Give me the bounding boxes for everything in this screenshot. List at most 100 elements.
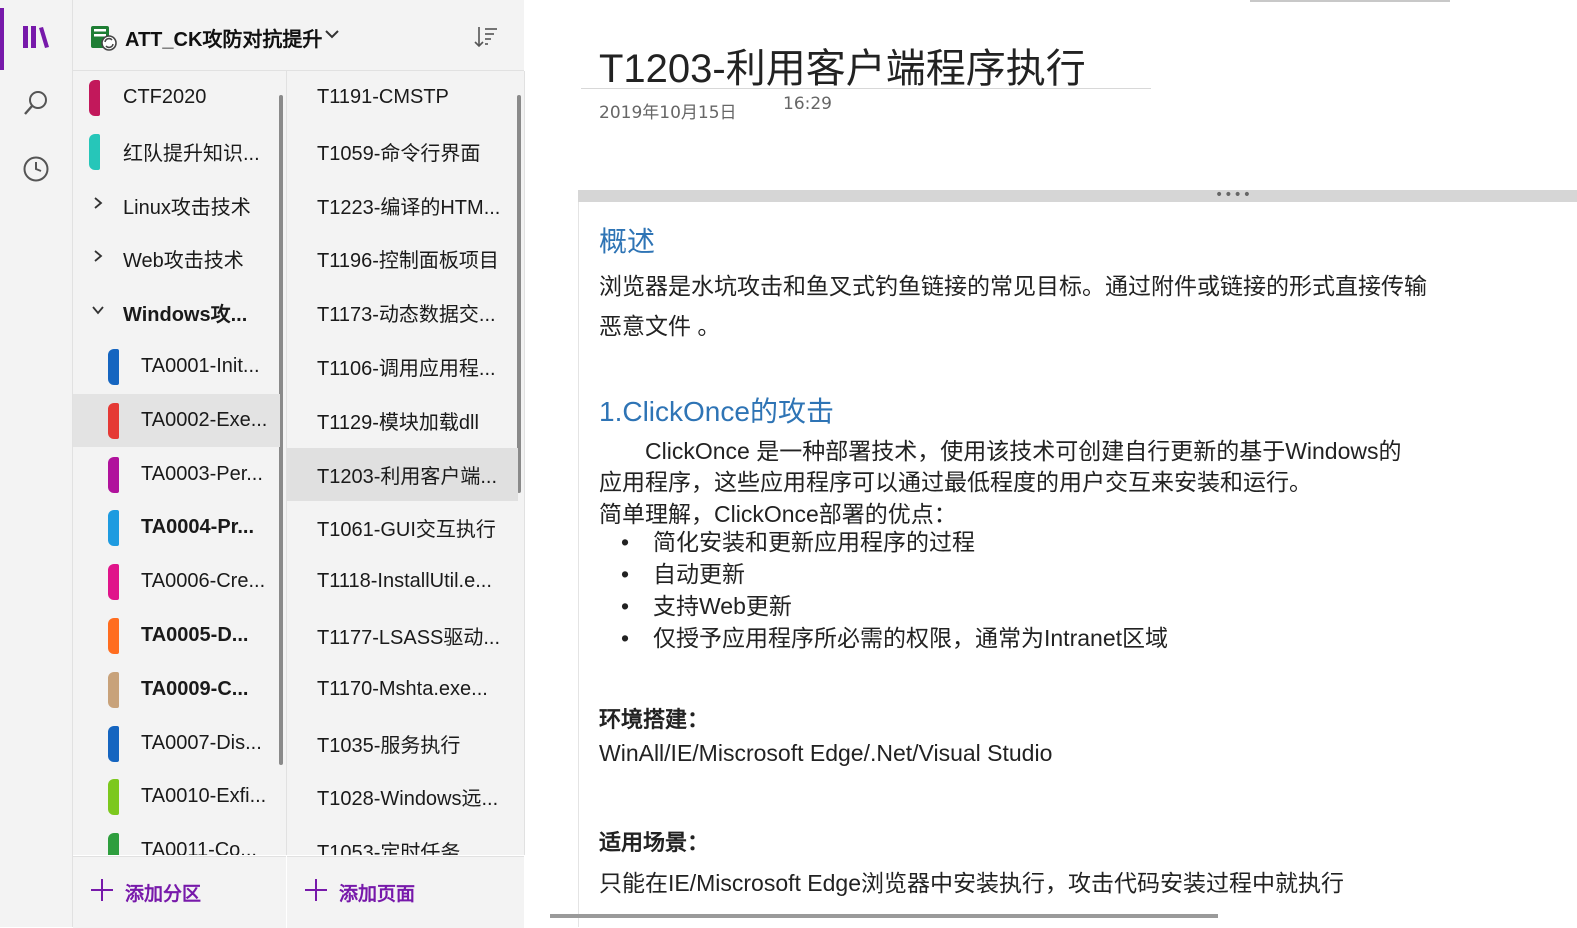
section-label: TA0005-D... [141,624,249,646]
page-date: 2019年10月15日 [599,103,737,123]
page-item[interactable]: T1170-Mshta.exe... [287,663,518,716]
page-item[interactable]: T1059-命令行界面 [287,125,518,178]
section-item[interactable]: TA0006-Cre... [73,555,280,608]
chevron-down-icon[interactable] [324,28,340,40]
section-color-tab [108,564,119,600]
section-color-tab [108,349,119,385]
page-title[interactable]: T1203-利用客户端程序执行 [599,36,1086,94]
section-color-tab [108,618,119,654]
notebook-sync-icon [91,26,117,51]
nav-rail [0,0,73,927]
section-item[interactable]: TA0003-Per... [73,448,280,501]
overview-text-line[interactable]: 浏览器是水坑攻击和鱼叉式钓鱼链接的常见目标。通过附件或链接的形式直接传输 [599,267,1427,301]
section-color-tab [108,403,119,439]
drag-handle-icon[interactable]: •••• [1215,187,1252,203]
plus-icon [305,879,327,901]
clickonce-heading[interactable]: 1.ClickOnce的攻击 [599,390,834,430]
search-button[interactable] [0,70,72,136]
page-item[interactable]: T1028-Windows远... [287,770,518,823]
horizontal-scrollbar[interactable] [550,914,1218,918]
chevron-down-icon[interactable] [91,303,105,317]
pages-list: T1191-CMSTP T1059-命令行界面 T1223-编译的HTM... T11… [287,71,525,855]
note-container-handle[interactable] [578,190,1577,202]
section-item[interactable]: Web攻击技术 [73,232,280,285]
page-label: T1053-定时任务 [317,842,461,855]
section-item[interactable]: TA0007-Dis... [73,717,280,770]
list-item[interactable]: 自动更新 [599,558,1168,590]
page-label: T1223-编译的HTM... [317,197,501,219]
page-label: T1173-动态数据交... [317,304,496,326]
section-color-tab [108,833,119,855]
add-page-button[interactable]: 添加页面 [287,856,524,928]
section-color-tab [108,779,119,815]
page-label: T1118-InstallUtil.e... [317,570,492,592]
page-item[interactable]: T1053-定时任务 [287,824,518,855]
section-item[interactable]: TA0005-D... [73,609,280,662]
page-item[interactable]: T1203-利用客户端... [287,448,518,501]
clickonce-text-line[interactable]: ClickOnce 是一种部署技术，使用该技术可创建自行更新的基于Windows… [599,432,1402,466]
list-item[interactable]: 仅授予应用程序所必需的权限，通常为Intranet区域 [599,622,1168,654]
page-item[interactable]: T1129-模块加载dll [287,394,518,447]
section-color-tab [108,726,119,762]
clickonce-text-line[interactable]: 应用程序，这些应用程序可以通过最低程度的用户交互来安装和运行。 [599,463,1312,497]
sort-pages-icon[interactable] [473,24,499,50]
section-item[interactable]: TA0011-Co... [73,824,280,855]
notebook-title[interactable]: ATT_CK攻防对抗提升 [125,23,322,52]
page-label: T1203-利用客户端... [317,466,498,488]
section-item[interactable]: TA0009-C... [73,663,280,716]
section-item[interactable]: TA0010-Exfi... [73,770,280,823]
section-color-tab [108,457,119,493]
add-page-label: 添加页面 [339,884,416,905]
section-label: TA0006-Cre... [141,570,266,592]
section-item[interactable]: TA0001-Init... [73,340,280,393]
section-item[interactable]: TA0004-Pr... [73,501,280,554]
notebooks-button[interactable] [0,4,72,70]
section-item[interactable]: Windows攻... [73,286,280,339]
page-item[interactable]: T1118-InstallUtil.e... [287,555,518,608]
add-section-button[interactable]: 添加分区 [73,856,286,928]
section-label: TA0004-Pr... [141,516,255,538]
env-text[interactable]: WinAll/IE/Miscrosoft Edge/.Net/Visual St… [599,740,1052,767]
overview-text-line[interactable]: 恶意文件 。 [599,307,720,341]
list-item[interactable]: 简化安装和更新应用程序的过程 [599,526,1168,558]
top-edge-line [1250,0,1450,2]
section-label: Linux攻击技术 [123,197,251,219]
section-color-tab [89,134,100,170]
page-item[interactable]: T1177-LSASS驱动... [287,609,518,662]
page-item[interactable]: T1035-服务执行 [287,717,518,770]
section-item[interactable]: TA0002-Exe... [73,394,280,447]
section-label: Web攻击技术 [123,250,244,272]
section-label: CTF2020 [123,86,207,108]
search-icon [24,91,47,115]
page-label: T1196-控制面板项目 [317,250,499,272]
page-item[interactable]: T1106-调用应用程... [287,340,518,393]
page-content[interactable]: T1203-利用客户端程序执行 2019年10月15日 16:29 •••• 概… [525,0,1577,927]
page-item[interactable]: T1223-编译的HTM... [287,179,518,232]
section-item[interactable]: CTF2020 [73,71,280,124]
note-container-border [578,202,579,927]
chevron-right-icon[interactable] [91,196,105,210]
scene-text[interactable]: 只能在IE/Miscrosoft Edge浏览器中安装执行，攻击代码安装过程中就… [599,864,1344,898]
chevron-right-icon[interactable] [91,249,105,263]
page-label: T1170-Mshta.exe... [317,678,488,700]
page-label: T1061-GUI交互执行 [317,519,496,541]
recent-button[interactable] [0,136,72,202]
section-label: TA0009-C... [141,678,249,700]
title-divider [581,88,1151,89]
page-item[interactable]: T1196-控制面板项目 [287,232,518,285]
page-item[interactable]: T1191-CMSTP [287,71,518,124]
page-item[interactable]: T1061-GUI交互执行 [287,501,518,554]
overview-heading[interactable]: 概述 [599,220,655,260]
page-label: T1059-命令行界面 [317,143,481,165]
section-item[interactable]: Linux攻击技术 [73,179,280,232]
clickonce-text-line[interactable]: 简单理解，ClickOnce部署的优点： [599,495,957,529]
section-item[interactable]: 红队提升知识... [73,125,280,178]
page-label: T1129-模块加载dll [317,412,479,434]
notebooks-icon [23,26,49,48]
page-label: T1106-调用应用程... [317,358,496,380]
scene-heading[interactable]: 适用场景： [599,825,709,857]
section-label: TA0003-Per... [141,463,263,485]
list-item[interactable]: 支持Web更新 [599,590,1168,622]
env-heading[interactable]: 环境搭建： [599,702,709,734]
page-item[interactable]: T1173-动态数据交... [287,286,518,339]
